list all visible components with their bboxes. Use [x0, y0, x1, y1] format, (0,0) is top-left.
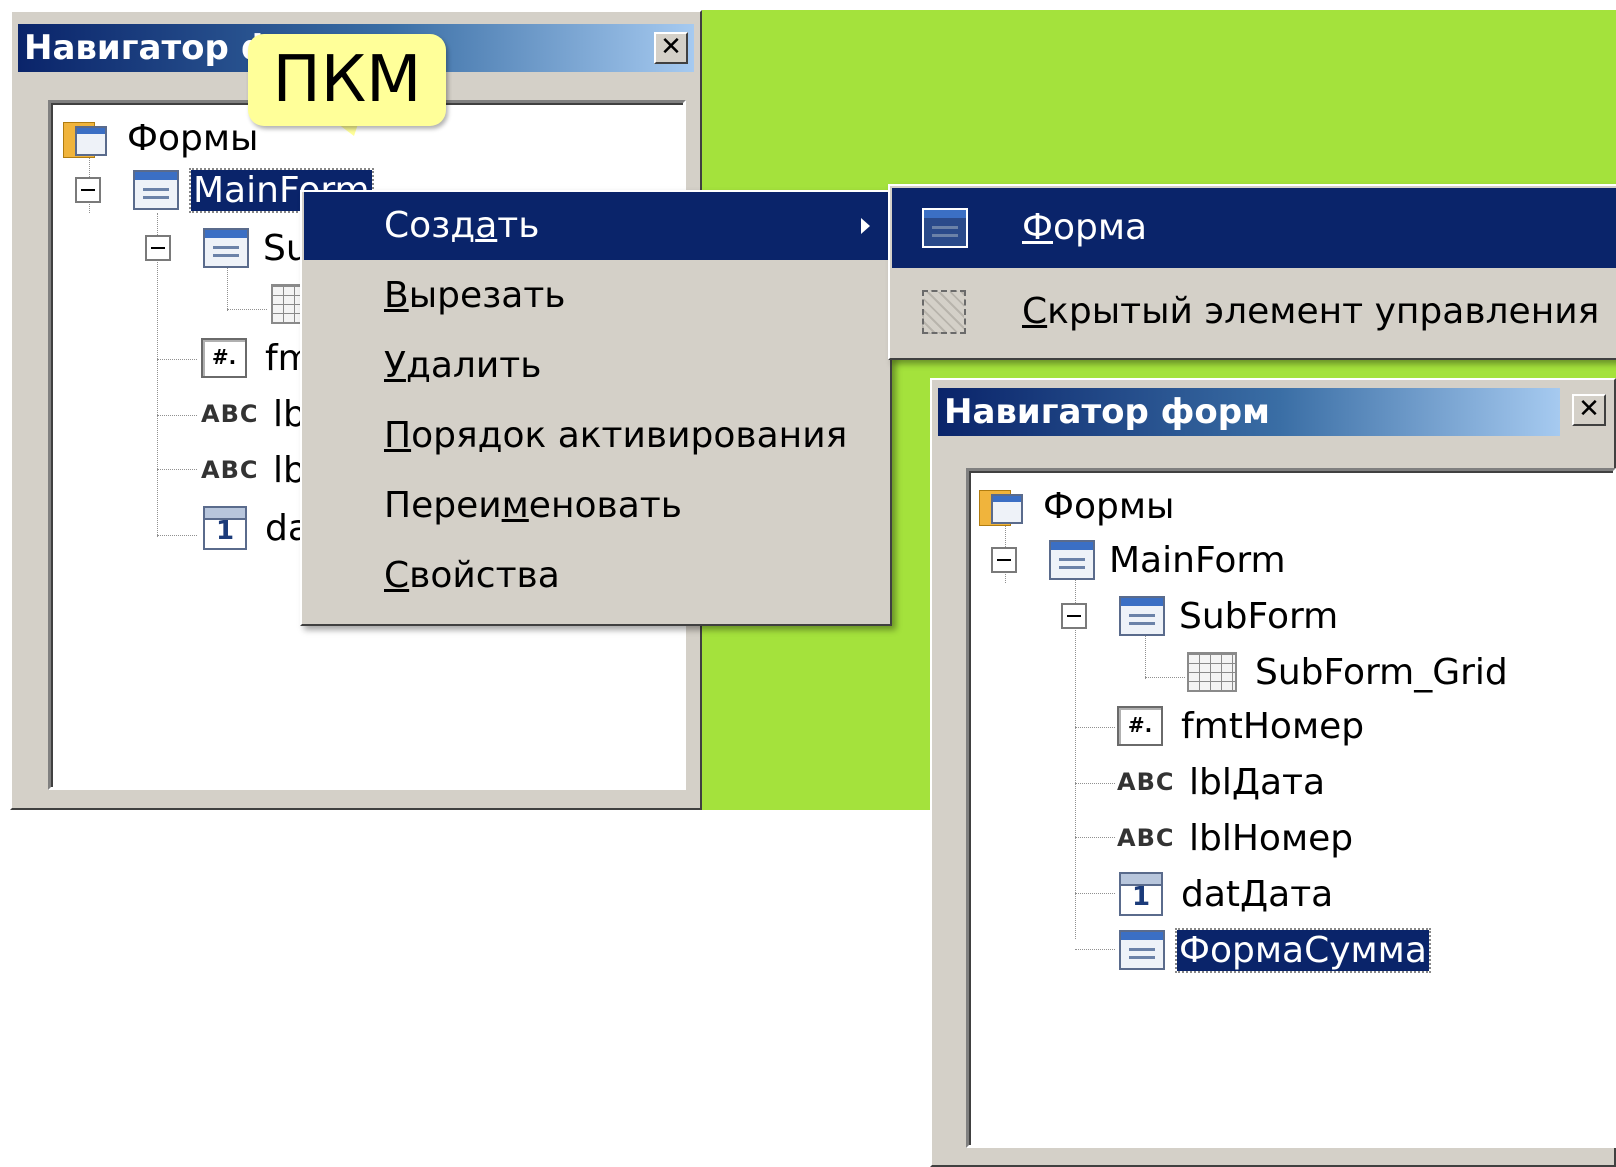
formatted-field-icon: #. — [1117, 706, 1163, 746]
forms-folder-icon — [63, 118, 109, 158]
form-icon — [1119, 930, 1165, 970]
node-label: SubForm_Grid — [1255, 651, 1508, 693]
menu-item-properties[interactable]: Свойства — [304, 542, 888, 610]
node-label: ФормаСумма — [1175, 927, 1431, 973]
tree-line — [1145, 635, 1146, 679]
tree-node-new-form[interactable]: ФормаСумма — [1119, 925, 1431, 975]
tree-line — [1075, 837, 1115, 838]
menu-item-tab-order[interactable]: Порядок активирования — [304, 402, 888, 470]
node-label: MainForm — [1109, 539, 1286, 581]
tree-line — [1075, 727, 1115, 728]
tree-line — [1075, 579, 1076, 939]
right-click-callout: ПКМ — [248, 34, 446, 126]
menu-item-cut[interactable]: Вырезать — [304, 262, 888, 330]
window-title: Навигатор форм — [938, 388, 1560, 436]
tree-node-mainform[interactable]: MainForm — [1049, 535, 1288, 585]
hidden-control-icon — [922, 290, 966, 334]
form-icon — [922, 208, 968, 248]
collapse-toggle[interactable] — [75, 177, 101, 203]
submenu-item-form[interactable]: Форма — [892, 188, 1616, 268]
close-button[interactable]: ✕ — [1572, 394, 1606, 426]
menu-item-delete[interactable]: Удалить — [304, 332, 888, 400]
collapse-toggle[interactable] — [145, 235, 171, 261]
node-label: lblНомер — [1189, 817, 1354, 859]
collapse-toggle[interactable] — [991, 547, 1017, 573]
tree-node-fmt[interactable]: #. fmtНомер — [1117, 701, 1366, 751]
calendar-icon: 1 — [1119, 872, 1163, 916]
menu-item-rename[interactable]: Переименовать — [304, 472, 888, 540]
node-label: Формы — [1043, 485, 1175, 527]
tree-line — [1075, 783, 1115, 784]
menu-item-create[interactable]: Создать — [304, 192, 888, 260]
label-field-icon: ABC — [201, 400, 259, 428]
label-field-icon: ABC — [201, 456, 259, 484]
close-icon: ✕ — [1578, 394, 1600, 424]
node-label: Формы — [127, 117, 259, 159]
submenu-arrow-icon — [861, 218, 870, 234]
tree-line — [1075, 893, 1115, 894]
submenu-item-hidden-control[interactable]: Скрытый элемент управления — [892, 272, 1616, 352]
calendar-icon: 1 — [203, 506, 247, 550]
tree-line — [1075, 949, 1115, 950]
form-navigator-window-right: Навигатор форм ✕ Формы MainForm SubForm — [930, 378, 1616, 1167]
form-icon — [133, 170, 179, 210]
grid-icon — [1187, 652, 1237, 692]
form-icon — [1049, 540, 1095, 580]
tree-node-lbldate[interactable]: ABC lblДата — [1117, 757, 1327, 807]
tree-line — [157, 359, 197, 360]
context-menu: Создать Вырезать Удалить Порядок активир… — [300, 190, 892, 626]
form-icon — [1119, 596, 1165, 636]
tree-node-forms[interactable]: Формы — [63, 113, 260, 163]
tree-line — [1145, 677, 1185, 678]
tree-line — [157, 415, 197, 416]
tree-line — [157, 237, 158, 537]
node-label: datДата — [1181, 873, 1334, 915]
node-label: SubForm — [1179, 595, 1339, 637]
tree-line — [157, 535, 197, 536]
form-icon — [203, 228, 249, 268]
create-submenu: Форма Скрытый элемент управления — [888, 184, 1616, 360]
tree-node-subform[interactable]: SubForm — [1119, 591, 1340, 641]
tree-node-datdate[interactable]: 1 datДата — [1119, 869, 1335, 919]
formatted-field-icon: #. — [201, 338, 247, 378]
close-button[interactable]: ✕ — [654, 32, 688, 64]
label-field-icon: ABC — [1117, 824, 1175, 852]
node-label: fmtНомер — [1181, 705, 1365, 747]
tree-line — [157, 469, 197, 470]
tree-node-grid[interactable]: SubForm_Grid — [1187, 647, 1510, 697]
forms-folder-icon — [979, 486, 1025, 526]
tree-node-forms[interactable]: Формы — [979, 481, 1176, 531]
collapse-toggle[interactable] — [1061, 603, 1087, 629]
label-field-icon: ABC — [1117, 768, 1175, 796]
close-icon: ✕ — [660, 32, 682, 62]
node-label: lblДата — [1189, 761, 1326, 803]
tree-line — [227, 267, 228, 311]
form-tree: Формы MainForm SubForm SubForm_Grid #. f… — [966, 468, 1616, 1148]
tree-line — [227, 309, 267, 310]
tree-node-lblnum[interactable]: ABC lblНомер — [1117, 813, 1355, 863]
